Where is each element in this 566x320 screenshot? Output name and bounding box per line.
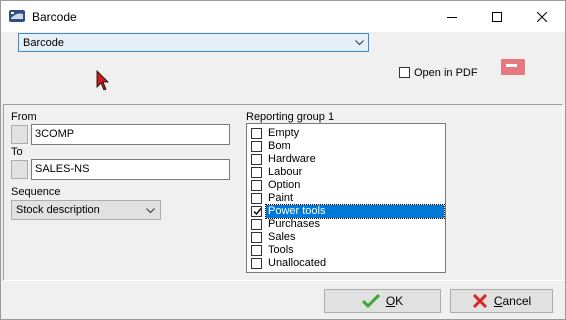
pdf-icon[interactable] xyxy=(501,59,525,75)
minimize-icon xyxy=(447,16,457,18)
list-item-label: Unallocated xyxy=(268,257,327,269)
list-item-label: Purchases xyxy=(268,218,320,230)
from-lookup-button[interactable] xyxy=(11,125,28,144)
ok-button[interactable]: OK xyxy=(324,289,441,313)
list-item[interactable]: Power tools xyxy=(249,204,445,219)
list-item-checkbox[interactable] xyxy=(251,258,262,269)
list-item-label: Bom xyxy=(268,140,291,152)
report-select-value: Barcode xyxy=(23,37,64,49)
report-select[interactable]: Barcode xyxy=(18,33,369,52)
list-item-checkbox[interactable] xyxy=(251,180,262,191)
list-item[interactable]: Unallocated xyxy=(249,257,444,270)
maximize-button[interactable] xyxy=(474,1,520,32)
list-item-label: Tools xyxy=(268,244,294,256)
list-item-checkbox[interactable] xyxy=(251,193,262,204)
list-item-label: Power tools xyxy=(265,204,445,219)
list-item-checkbox[interactable] xyxy=(251,245,262,256)
list-item-checkbox[interactable] xyxy=(251,167,262,178)
checkmark-icon xyxy=(253,208,262,216)
from-label: From xyxy=(11,111,37,123)
green-check-icon xyxy=(361,294,380,308)
sequence-select[interactable]: Stock description xyxy=(11,200,161,220)
reporting-group-label: Reporting group 1 xyxy=(246,111,335,123)
list-item-checkbox[interactable] xyxy=(251,141,262,152)
list-item[interactable]: Paint xyxy=(249,192,444,205)
list-item[interactable]: Option xyxy=(249,179,444,192)
list-item-checkbox[interactable] xyxy=(251,206,262,217)
to-label: To xyxy=(11,146,23,158)
list-item[interactable]: Empty xyxy=(249,127,444,140)
list-item-label: Hardware xyxy=(268,153,316,165)
list-item[interactable]: Purchases xyxy=(249,218,444,231)
list-item-label: Option xyxy=(268,179,301,191)
cancel-button-label: Cancel xyxy=(493,294,532,308)
list-item-label: Empty xyxy=(268,127,300,139)
list-item-label: Labour xyxy=(268,166,303,178)
sequence-select-value: Stock description xyxy=(16,204,100,216)
list-item[interactable]: Bom xyxy=(249,140,444,153)
reporting-group-list[interactable]: Empty Bom Hardware Labour Option Paint Power t… xyxy=(246,123,446,273)
sequence-label: Sequence xyxy=(11,186,61,198)
close-icon xyxy=(537,11,547,22)
open-in-pdf-label[interactable]: Open in PDF xyxy=(414,67,478,79)
close-button[interactable] xyxy=(519,1,565,32)
list-item[interactable]: Labour xyxy=(249,166,444,179)
window-title: Barcode xyxy=(32,10,77,24)
chevron-down-icon xyxy=(146,208,155,214)
list-item-checkbox[interactable] xyxy=(251,219,262,230)
to-lookup-button[interactable] xyxy=(11,160,28,179)
red-x-icon xyxy=(472,294,488,308)
list-item[interactable]: Sales xyxy=(249,231,444,244)
list-item-label: Paint xyxy=(268,192,294,204)
cancel-button[interactable]: Cancel xyxy=(450,289,553,313)
to-input[interactable]: SALES-NS xyxy=(31,159,230,180)
ok-button-label: OK xyxy=(385,294,404,308)
list-item-checkbox[interactable] xyxy=(251,128,262,139)
list-item-label: Sales xyxy=(268,231,296,243)
mouse-cursor-icon xyxy=(96,70,109,91)
list-item[interactable]: Tools xyxy=(249,244,444,257)
list-item-checkbox[interactable] xyxy=(251,154,262,165)
maximize-icon xyxy=(492,11,502,22)
list-item[interactable]: Hardware xyxy=(249,153,444,166)
barcode-app-icon xyxy=(8,8,26,24)
title-bar[interactable]: Barcode xyxy=(1,1,565,32)
barcode-dialog: Barcode Barcode Open in PDF From 3COMP T… xyxy=(0,0,566,320)
from-input[interactable]: 3COMP xyxy=(31,124,230,145)
list-item-checkbox[interactable] xyxy=(251,232,262,243)
minimize-button[interactable] xyxy=(429,1,475,32)
chevron-down-icon xyxy=(355,40,364,46)
open-in-pdf-checkbox[interactable] xyxy=(399,67,410,78)
